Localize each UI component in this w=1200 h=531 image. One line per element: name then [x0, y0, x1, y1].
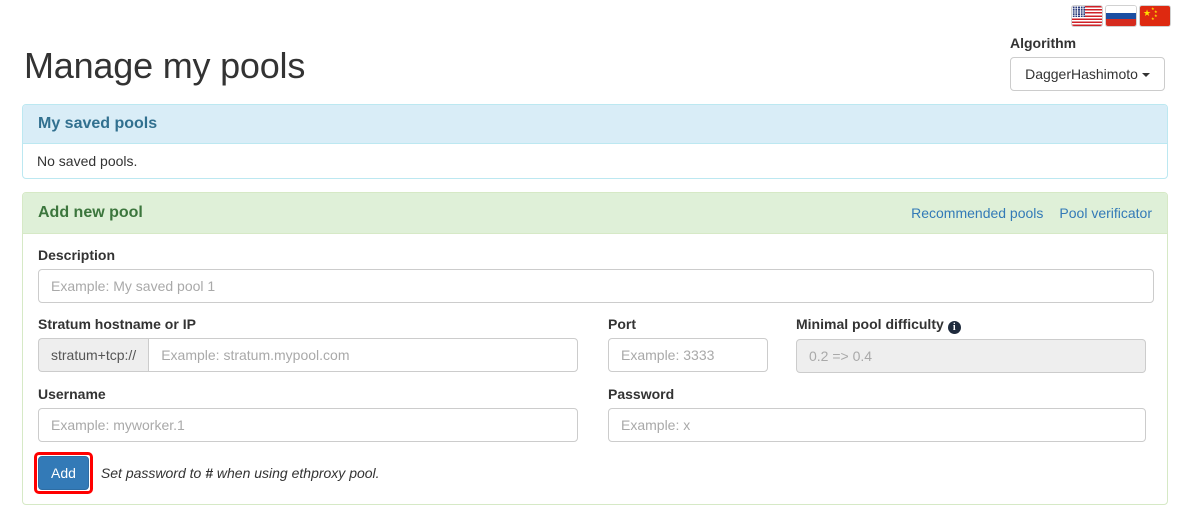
add-button-wrapper: Add [34, 452, 93, 494]
username-input[interactable] [38, 408, 578, 442]
page-title: Manage my pools [24, 45, 306, 86]
connection-row: Stratum hostname or IP stratum+tcp:// Po… [38, 315, 1152, 373]
algorithm-dropdown-button[interactable]: DaggerHashimoto [1010, 57, 1165, 91]
algorithm-label: Algorithm [1010, 35, 1077, 51]
page-root: ★ ★ ★ ★ ★ Algorithm DaggerHashimoto Manage… [0, 0, 1200, 531]
add-pool-form: Description Stratum hostname or IP strat… [23, 234, 1167, 504]
difficulty-label: Minimal pool difficulty i [796, 315, 1146, 334]
port-field-group: Port [608, 315, 768, 373]
info-icon[interactable]: i [947, 321, 961, 334]
pool-verificator-link[interactable]: Pool verificator [1059, 205, 1152, 221]
description-label: Description [38, 247, 116, 263]
flag-cn-icon[interactable]: ★ ★ ★ ★ ★ [1140, 6, 1170, 26]
stratum-host-field-group: Stratum hostname or IP stratum+tcp:// [38, 315, 578, 373]
saved-pools-panel-heading: My saved pools [23, 105, 1167, 144]
add-pool-panel-heading: Add new pool Recommended pools Pool veri… [23, 193, 1167, 234]
description-input[interactable] [38, 269, 1154, 303]
password-hint-suffix: when using ethproxy pool. [213, 465, 380, 481]
flag-ru-icon[interactable] [1106, 6, 1136, 26]
password-label: Password [608, 386, 675, 402]
password-hint: Set password to # when using ethproxy po… [101, 463, 380, 483]
algorithm-selector: Algorithm DaggerHashimoto [1010, 34, 1170, 91]
flag-us-icon[interactable] [1072, 6, 1102, 26]
password-hint-prefix: Set password to [100, 465, 206, 481]
credentials-row: Username Password [38, 385, 1152, 442]
saved-pools-title: My saved pools [38, 115, 158, 132]
difficulty-label-text: Minimal pool difficulty [796, 316, 944, 332]
username-label: Username [38, 386, 106, 402]
stratum-host-input[interactable] [148, 338, 578, 372]
password-hint-bold: # [205, 465, 213, 481]
stratum-host-input-group: stratum+tcp:// [38, 338, 578, 372]
username-field-group: Username [38, 385, 578, 442]
stratum-host-label: Stratum hostname or IP [38, 316, 196, 332]
add-pool-panel: Add new pool Recommended pools Pool veri… [22, 192, 1168, 505]
password-input[interactable] [608, 408, 1146, 442]
language-switcher[interactable]: ★ ★ ★ ★ ★ [1072, 6, 1170, 26]
difficulty-field-group: Minimal pool difficulty i [796, 315, 1146, 373]
chevron-down-icon [1141, 73, 1150, 78]
port-label: Port [608, 316, 636, 332]
description-field-group: Description [38, 246, 1154, 303]
stratum-protocol-addon: stratum+tcp:// [38, 338, 149, 372]
recommended-pools-link[interactable]: Recommended pools [911, 205, 1043, 221]
add-pool-title: Add new pool [38, 204, 143, 221]
add-button[interactable]: Add [38, 456, 89, 490]
add-action-row: Add Set password to # when using ethprox… [34, 452, 1152, 494]
saved-pools-panel: My saved pools No saved pools. [22, 104, 1168, 179]
password-field-group: Password [608, 385, 1146, 442]
port-input[interactable] [608, 338, 768, 372]
add-pool-header-links: Recommended pools Pool verificator [911, 205, 1152, 221]
saved-pools-empty-text: No saved pools. [37, 153, 138, 169]
difficulty-input [796, 339, 1146, 373]
algorithm-selected-value: DaggerHashimoto [1025, 66, 1138, 82]
